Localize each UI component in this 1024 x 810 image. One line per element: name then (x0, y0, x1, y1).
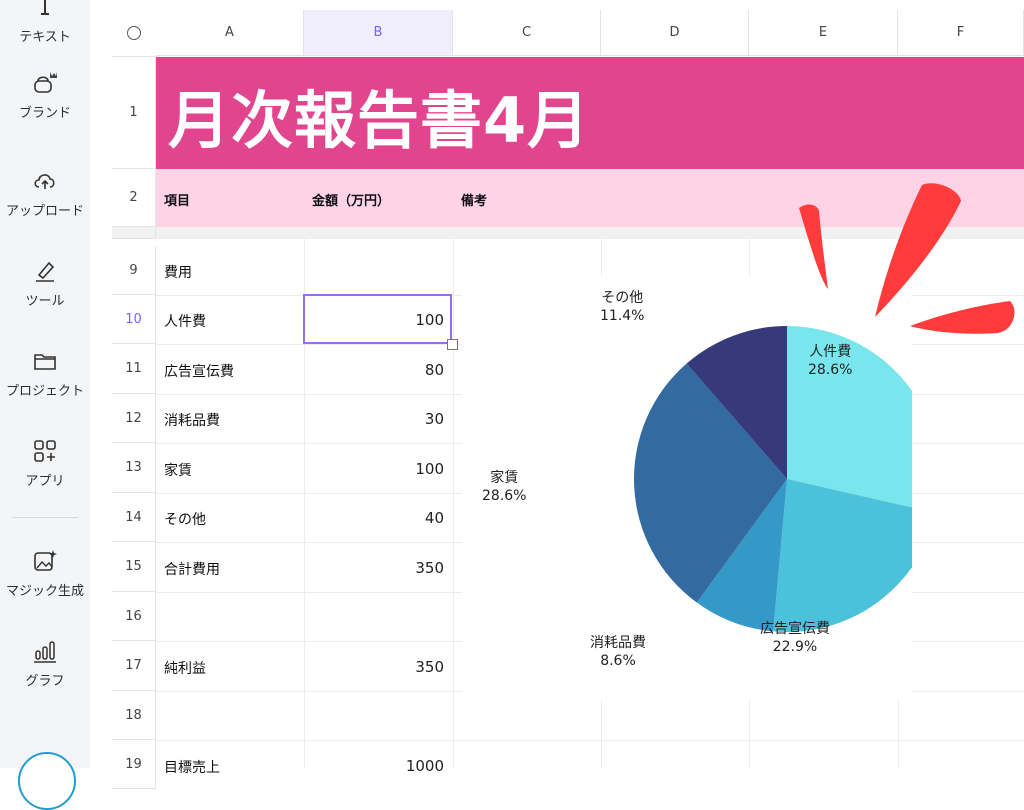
row-header-16[interactable]: 16 (112, 592, 156, 641)
sidebar-item-label: マジック生成 (5, 584, 84, 599)
sidebar-item-label: アップロード (5, 204, 84, 219)
sidebar-item-text[interactable]: テキスト (0, 0, 90, 45)
spreadsheet: A B C D E F 1 2 9 10 11 12 13 14 15 16 1… (90, 0, 1024, 789)
row-header-gap (112, 227, 156, 239)
header-item: 項目 (164, 194, 191, 209)
pie-label-3: 消耗品費 8.6% (590, 634, 646, 670)
pie-label-percent: 28.6% (808, 362, 853, 378)
cell-b19[interactable]: 1000 (304, 757, 444, 775)
sidebar-item-brand[interactable]: ブランド (0, 70, 90, 121)
header-note: 備考 (461, 194, 488, 209)
column-header-a[interactable]: A (156, 10, 304, 56)
cell-b17[interactable]: 350 (304, 658, 444, 676)
sidebar-divider (12, 517, 78, 518)
fill-handle[interactable] (447, 339, 458, 350)
sidebar-item-upload[interactable]: アップロード (0, 168, 90, 219)
folder-icon (0, 348, 90, 376)
cell-a14[interactable]: その他 (164, 509, 206, 529)
accent-strokes (799, 183, 1015, 334)
pie-label-percent: 28.6% (482, 488, 527, 504)
row-header-12[interactable]: 12 (112, 394, 156, 443)
apps-grid-icon (0, 438, 90, 466)
row-header-2[interactable]: 2 (112, 169, 156, 227)
row-header-9[interactable]: 9 (112, 246, 156, 295)
cell-b12[interactable]: 30 (304, 410, 444, 428)
cell-a17[interactable]: 純利益 (164, 658, 206, 678)
pie-label-percent: 11.4% (600, 308, 645, 324)
sidebar-item-label: テキスト (19, 30, 71, 45)
column-header-b[interactable]: B (304, 10, 453, 56)
pie-label-1: 人件費 28.6% (808, 343, 852, 379)
left-sidebar: テキスト ブランド アップロード ツール プロジェクト アプリ マジック生成 グ… (0, 0, 91, 810)
column-header-d[interactable]: D (601, 10, 749, 56)
row-header-10[interactable]: 10 (112, 295, 156, 344)
cell-b11[interactable]: 80 (304, 361, 444, 379)
pie-label-2: 広告宣伝費 22.9% (760, 620, 830, 656)
magic-assistant-button[interactable] (18, 752, 76, 810)
pie-label-name: 広告宣伝費 (760, 621, 830, 637)
row-header-19[interactable]: 19 (112, 740, 156, 789)
cell-a11[interactable]: 広告宣伝費 (164, 361, 234, 381)
circle-icon (127, 26, 141, 40)
sidebar-item-apps[interactable]: アプリ (0, 438, 90, 489)
cell-a10[interactable]: 人件費 (164, 311, 206, 331)
sidebar-item-magic-generate[interactable]: マジック生成 (0, 548, 90, 599)
sidebar-item-label: ブランド (18, 106, 71, 121)
pie-label-name: 人件費 (809, 344, 852, 360)
header-amount: 金額（万円） (312, 194, 391, 209)
pie-label-5: その他 11.4% (600, 289, 644, 325)
row-header-18[interactable]: 18 (112, 691, 156, 740)
pie-label-name: 消耗品費 (590, 635, 646, 651)
accent-stroke-middle (875, 183, 961, 317)
sidebar-item-label: アプリ (25, 474, 65, 489)
select-all-corner[interactable] (112, 10, 157, 57)
sidebar-item-graph[interactable]: グラフ (0, 638, 90, 689)
column-header-c[interactable]: C (453, 10, 601, 56)
cell-a12[interactable]: 消耗品費 (164, 410, 220, 430)
row-header-15[interactable]: 15 (112, 542, 156, 592)
row-header-13[interactable]: 13 (112, 443, 156, 493)
pie-label-percent: 8.6% (600, 653, 636, 669)
cell-b14[interactable]: 40 (304, 509, 444, 527)
row-header-1[interactable]: 1 (112, 57, 156, 169)
brand-crown-icon (0, 70, 90, 98)
cell-b15[interactable]: 350 (304, 559, 444, 577)
sidebar-item-label: グラフ (25, 674, 65, 689)
sidebar-item-label: プロジェクト (5, 384, 84, 399)
cell-a9[interactable]: 費用 (164, 262, 192, 282)
pie-label-name: 家賃 (490, 470, 519, 486)
accent-stroke-left (799, 204, 828, 289)
magic-image-icon (0, 548, 90, 576)
accent-stroke-right (910, 301, 1015, 334)
pie-label-percent: 22.9% (772, 639, 818, 655)
cell-a13[interactable]: 家賃 (164, 460, 192, 480)
pen-tool-icon (0, 258, 90, 286)
cell-a15[interactable]: 合計費用 (164, 559, 220, 579)
text-icon (0, 0, 90, 22)
sidebar-item-tools[interactable]: ツール (0, 258, 90, 309)
sidebar-item-projects[interactable]: プロジェクト (0, 348, 90, 399)
column-header-f[interactable]: F (898, 10, 1024, 56)
column-header-e[interactable]: E (749, 10, 898, 56)
pie-label-4: 家賃 28.6% (482, 469, 526, 505)
page-title: 月次報告書4月 (168, 84, 591, 157)
selected-cell-b10[interactable] (303, 294, 452, 344)
row-header-17[interactable]: 17 (112, 641, 156, 691)
sidebar-item-label: ツール (25, 294, 65, 309)
row-header-11[interactable]: 11 (112, 344, 156, 394)
row-header-14[interactable]: 14 (112, 493, 156, 542)
cell-a19[interactable]: 目標売上 (164, 757, 220, 777)
pie-label-name: その他 (601, 290, 644, 306)
upload-cloud-icon (0, 168, 90, 196)
cell-b13[interactable]: 100 (304, 460, 444, 478)
bar-chart-icon (0, 638, 90, 666)
